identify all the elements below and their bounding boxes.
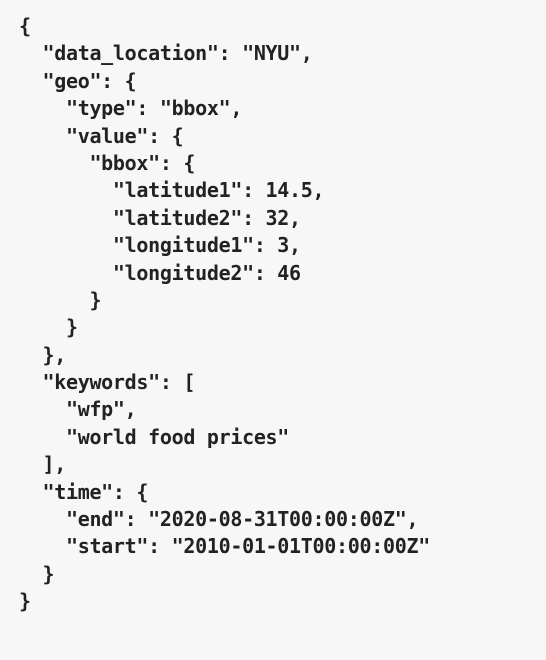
json-code-block: { "data_location": "NYU", "geo": { "type… — [19, 13, 430, 616]
code-line: "data_location": "NYU", — [19, 41, 313, 66]
code-line: } — [19, 315, 78, 340]
code-line: "world food prices" — [19, 424, 290, 449]
code-line: "longitude1": 3, — [19, 233, 301, 258]
code-line: "geo": { — [19, 68, 137, 93]
code-line: } — [19, 287, 102, 312]
code-line: "latitude1": 14.5, — [19, 178, 325, 203]
code-line: "longitude2": 46 — [19, 260, 301, 285]
code-line: { — [19, 14, 31, 38]
code-line: "bbox": { — [19, 150, 196, 175]
code-line: "latitude2": 32, — [19, 205, 301, 230]
code-line: "time": { — [19, 479, 149, 504]
code-line: "value": { — [19, 123, 184, 148]
code-line: "start": "2010-01-01T00:00:00Z" — [19, 534, 430, 559]
code-line: "wfp", — [19, 397, 137, 422]
code-line: "end": "2020-08-31T00:00:00Z", — [19, 507, 419, 532]
code-line: } — [19, 589, 31, 614]
code-line: }, — [19, 342, 66, 367]
code-line: } — [19, 561, 55, 586]
code-line: "type": "bbox", — [19, 96, 243, 121]
code-line: ], — [19, 452, 66, 477]
code-line: "keywords": [ — [19, 370, 196, 395]
